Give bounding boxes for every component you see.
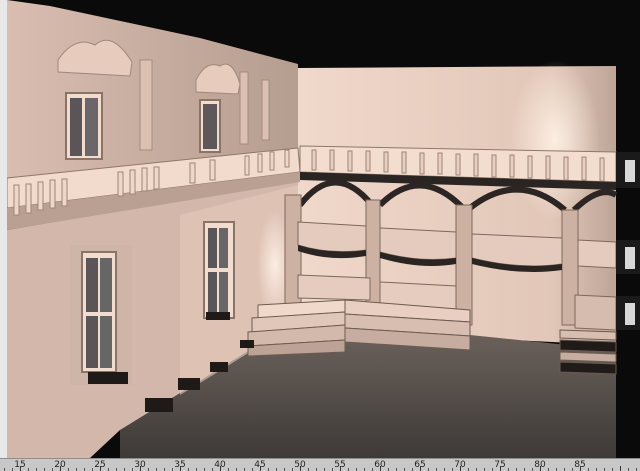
timeline-label: 40 [214,460,226,470]
timeline-label: 20 [54,460,66,470]
timeline-tick [620,466,621,471]
left-panel-edge [0,0,7,458]
render-viewport[interactable] [0,0,640,458]
timeline-label: 75 [494,460,506,470]
timeline-label: 25 [94,460,106,470]
timeline-label: 35 [174,460,186,470]
timeline-label: 70 [454,460,466,470]
timeline-label: 65 [414,460,426,470]
right-edge-control [625,160,635,182]
timeline-label: 55 [334,460,346,470]
timeline-label: 30 [134,460,146,470]
timeline-label: 50 [294,460,306,470]
courtyard-render [0,0,640,458]
timeline-label: 45 [254,460,266,470]
timeline-ruler[interactable]: 15 20 25 30 35 40 45 50 55 60 65 70 75 80 85 [0,458,640,471]
timeline-label: 85 [574,460,586,470]
timeline-label: 80 [534,460,546,470]
timeline-label: 60 [374,460,386,470]
timeline-label: 15 [14,460,26,470]
